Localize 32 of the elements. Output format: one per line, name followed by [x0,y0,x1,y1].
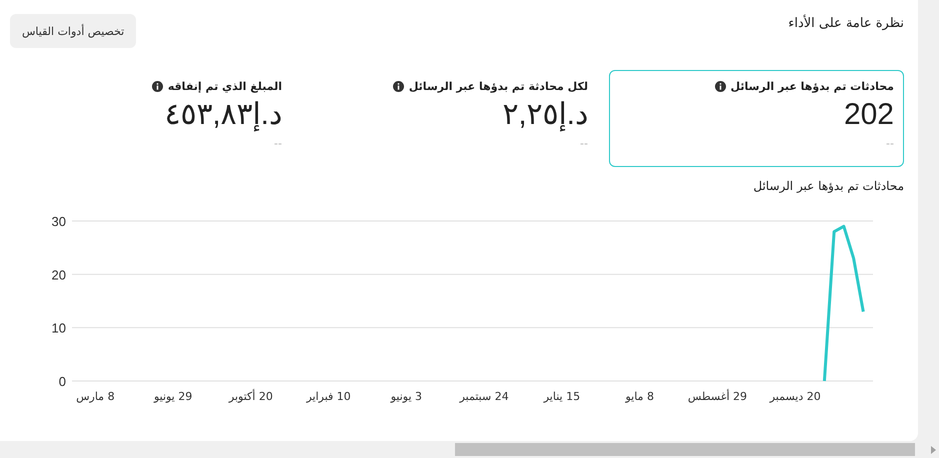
metric-change: -- [274,137,282,150]
axis-label: 0 [58,374,66,389]
info-icon[interactable] [714,81,726,92]
axis-label: 24 سبتمبر [460,390,509,403]
metric-change: -- [580,137,588,150]
info-icon[interactable] [392,81,404,92]
axis-label: 10 [52,320,66,336]
metric-label: محادثات تم بدؤها عبر الرسائل [730,80,894,93]
metric-label: لكل محادثة تم بدؤها عبر الرسائل [408,80,588,93]
axis-label: 30 [52,214,66,229]
axis-label: 3 يونيو [390,390,422,403]
axis-label: 8 مارس [76,390,115,403]
axis-label: 20 ديسمبر [770,390,821,403]
metric-value: 202 [844,97,894,133]
scrollbar-thumb[interactable] [455,443,915,456]
axis-label: 20 أكتوبر [228,390,273,403]
metric-change: -- [886,137,894,150]
metric-label: المبلغ الذي تم إنفاقه [168,80,282,93]
chart-title: محادثات تم بدؤها عبر الرسائل [752,179,904,193]
axis-label: 8 مايو [625,390,654,403]
axis-label: 29 أغسطس [688,390,748,403]
customize-button[interactable]: تخصيص أدوات القياس [10,14,136,48]
info-icon[interactable] [152,81,163,92]
metric-card[interactable]: لكل محادثة تم بدؤها عبر الرسائل د.إ٢,٢٥ -- [303,70,598,167]
section-title: نظرة عامة على الأداء [788,16,904,31]
metric-value: د.إ٢,٢٥ [502,97,588,133]
axis-label: 15 يناير [544,390,580,403]
metric-value: د.إ٤٥٣,٨٣ [164,97,282,133]
axis-label: 29 يونيو [154,390,192,403]
metric-card[interactable]: المبلغ الذي تم إنفاقه د.إ٤٥٣,٨٣ -- [0,70,292,167]
axis-label: 20 [52,267,66,282]
axis-label: 10 فبراير [306,390,351,403]
